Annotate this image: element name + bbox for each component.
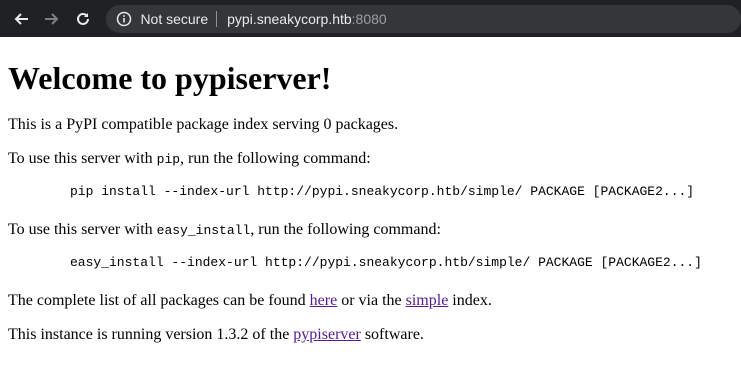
- version-suffix: software.: [360, 326, 424, 343]
- url-port: :8080: [351, 10, 387, 27]
- security-label[interactable]: Not secure: [140, 11, 208, 27]
- simple-link[interactable]: simple: [406, 292, 449, 309]
- easy-suffix: , run the following command:: [250, 221, 441, 238]
- back-button[interactable]: [10, 8, 32, 30]
- forward-button[interactable]: [41, 8, 63, 30]
- here-link[interactable]: here: [310, 292, 338, 309]
- pip-code: pip: [156, 152, 181, 167]
- intro-text: This is a PyPI compatible package index …: [8, 116, 399, 133]
- page-content: Welcome to pypiserver! This is a PyPI co…: [0, 59, 741, 344]
- arrow-left-icon: [14, 12, 28, 25]
- reload-button[interactable]: [72, 8, 94, 30]
- version-prefix: This instance is running version 1.3.2 o…: [8, 326, 294, 343]
- pip-command: pip install --index-url http://pypi.snea…: [70, 184, 695, 199]
- page-title: Welcome to pypiserver!: [8, 60, 332, 96]
- easy-install-code: easy_install: [156, 223, 251, 238]
- reload-icon: [76, 12, 89, 25]
- address-bar[interactable]: Not secure pypi.sneakycorp.htb:8080: [106, 4, 741, 33]
- info-icon[interactable]: [116, 11, 132, 27]
- browser-toolbar: Not secure pypi.sneakycorp.htb:8080: [0, 0, 741, 37]
- list-middle: or via the: [337, 292, 406, 309]
- pip-prefix: To use this server with: [8, 150, 157, 167]
- pip-suffix: , run the following command:: [180, 150, 371, 167]
- easy-install-instructions: To use this server with easy_install, ru…: [8, 220, 733, 240]
- pip-instructions: To use this server with pip, run the fol…: [8, 149, 733, 169]
- address-separator: [216, 10, 218, 27]
- package-list-text: The complete list of all packages can be…: [8, 291, 733, 310]
- arrow-right-icon: [44, 12, 59, 25]
- version-text: This instance is running version 1.3.2 o…: [8, 325, 733, 344]
- pypiserver-link[interactable]: pypiserver: [293, 326, 361, 343]
- list-prefix: The complete list of all packages can be…: [8, 292, 310, 309]
- easy-install-command: easy_install --index-url http://pypi.sne…: [70, 255, 702, 270]
- easy-prefix: To use this server with: [8, 221, 157, 238]
- list-suffix: index.: [448, 292, 492, 309]
- url-host: pypi.sneakycorp.htb: [227, 10, 352, 27]
